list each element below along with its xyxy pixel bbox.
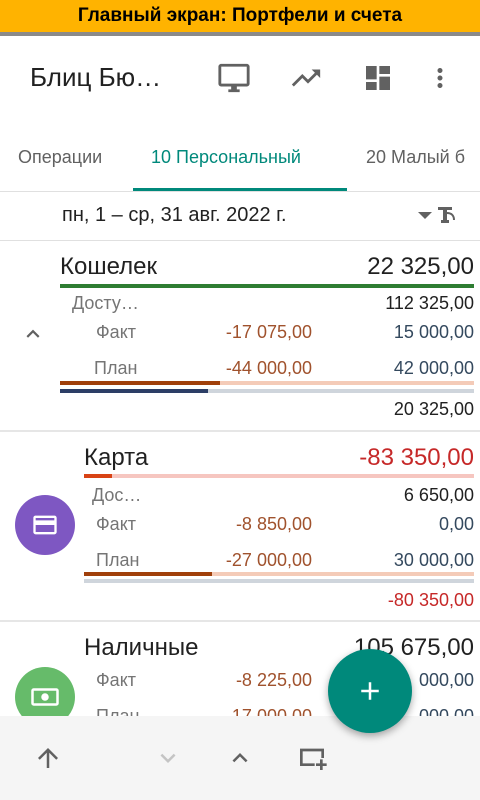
plan-bar-fill xyxy=(60,389,208,393)
add-to-queue-icon xyxy=(300,748,327,770)
tab-operations[interactable]: Операции xyxy=(18,122,102,192)
trending-up-icon xyxy=(291,69,321,87)
fact-value: 15 000,00 xyxy=(393,322,474,342)
bottom-toolbar xyxy=(0,716,480,800)
card-avatar xyxy=(15,495,75,555)
remaining-value: 20 325,00 xyxy=(393,399,474,419)
add-to-queue-button[interactable] xyxy=(290,736,334,780)
chevron-up-icon xyxy=(26,329,40,338)
dropdown-filter-icon xyxy=(418,207,455,223)
chevron-down-icon xyxy=(160,753,176,763)
available-label: Досту… xyxy=(72,293,139,313)
cash-avatar xyxy=(15,667,75,716)
available-value: 112 325,00 xyxy=(385,293,474,313)
screen-banner: Главный экран: Портфели и счета xyxy=(0,0,480,32)
fact-spent: -8 850,00 xyxy=(235,514,312,534)
remaining-value: -80 350,00 xyxy=(387,590,474,610)
account-balance-bar-track xyxy=(84,474,474,478)
dashboard-button[interactable] xyxy=(356,56,400,100)
plan-label: План xyxy=(96,550,140,570)
add-fab-button[interactable] xyxy=(328,649,412,733)
account-card[interactable]: Карта -83 350,00 Дос… 6 650,00 Факт -8 8… xyxy=(0,432,480,620)
fact-label: Факт xyxy=(96,670,137,690)
plan-bar-track xyxy=(84,579,474,583)
chevron-up-icon xyxy=(232,753,248,763)
portfolio-tabs: Операции 10 Персональный 20 Малый б xyxy=(0,122,480,192)
plan-spent: -17 000,00 xyxy=(225,706,312,716)
collapse-button[interactable] xyxy=(16,319,50,349)
previous-button[interactable] xyxy=(218,736,262,780)
scroll-top-button[interactable] xyxy=(26,736,70,780)
plan-label: План xyxy=(96,706,140,716)
fact-value: 0,00 xyxy=(438,514,474,534)
fact-spent: -17 075,00 xyxy=(225,322,312,342)
cash-icon xyxy=(31,688,59,706)
date-range-label: пн, 1 – ср, 31 авг. 2022 г. xyxy=(62,204,287,226)
account-total: 22 325,00 xyxy=(367,253,474,280)
monitor-button[interactable] xyxy=(212,56,256,100)
account-balance-bar xyxy=(60,284,474,288)
plan-spent: -27 000,00 xyxy=(225,550,312,570)
more-button[interactable] xyxy=(418,56,462,100)
plan-value: 000,00 xyxy=(418,706,474,716)
tab-small-business[interactable]: 20 Малый б xyxy=(366,122,480,192)
fact-spent: -8 225,00 xyxy=(235,670,312,690)
spent-bar-fill xyxy=(60,381,220,385)
plan-spent: -44 000,00 xyxy=(225,358,312,378)
account-total: -83 350,00 xyxy=(359,444,474,471)
next-button[interactable] xyxy=(146,736,190,780)
account-wallet[interactable]: Кошелек 22 325,00 Досту… 112 325,00 Факт… xyxy=(0,241,480,430)
account-name: Кошелек xyxy=(60,253,157,280)
fact-value: 000,00 xyxy=(418,670,474,690)
app-bar: Блиц Бю… xyxy=(0,36,480,122)
plan-value: 42 000,00 xyxy=(393,358,474,378)
account-name: Наличные xyxy=(84,634,199,661)
monitor-icon xyxy=(218,63,250,93)
plan-label: План xyxy=(94,358,138,378)
available-value: 6 650,00 xyxy=(403,485,474,505)
tab-personal[interactable]: 10 Персональный xyxy=(151,122,301,192)
account-name: Карта xyxy=(84,444,149,471)
date-filter-button[interactable] xyxy=(416,204,462,228)
plan-value: 30 000,00 xyxy=(393,550,474,570)
arrow-up-icon xyxy=(38,748,58,768)
fact-label: Факт xyxy=(96,514,137,534)
dashboard-icon xyxy=(366,66,390,90)
app-title: Блиц Бю… xyxy=(30,62,162,92)
spent-bar-fill xyxy=(84,572,212,576)
plus-icon xyxy=(361,682,379,700)
credit-card-icon xyxy=(33,515,57,535)
date-range-row[interactable]: пн, 1 – ср, 31 авг. 2022 г. xyxy=(0,192,480,240)
account-balance-bar-fill xyxy=(84,474,112,478)
trends-button[interactable] xyxy=(284,56,328,100)
available-label: Дос… xyxy=(92,485,142,505)
more-vert-icon xyxy=(437,68,443,88)
fact-label: Факт xyxy=(96,322,137,342)
